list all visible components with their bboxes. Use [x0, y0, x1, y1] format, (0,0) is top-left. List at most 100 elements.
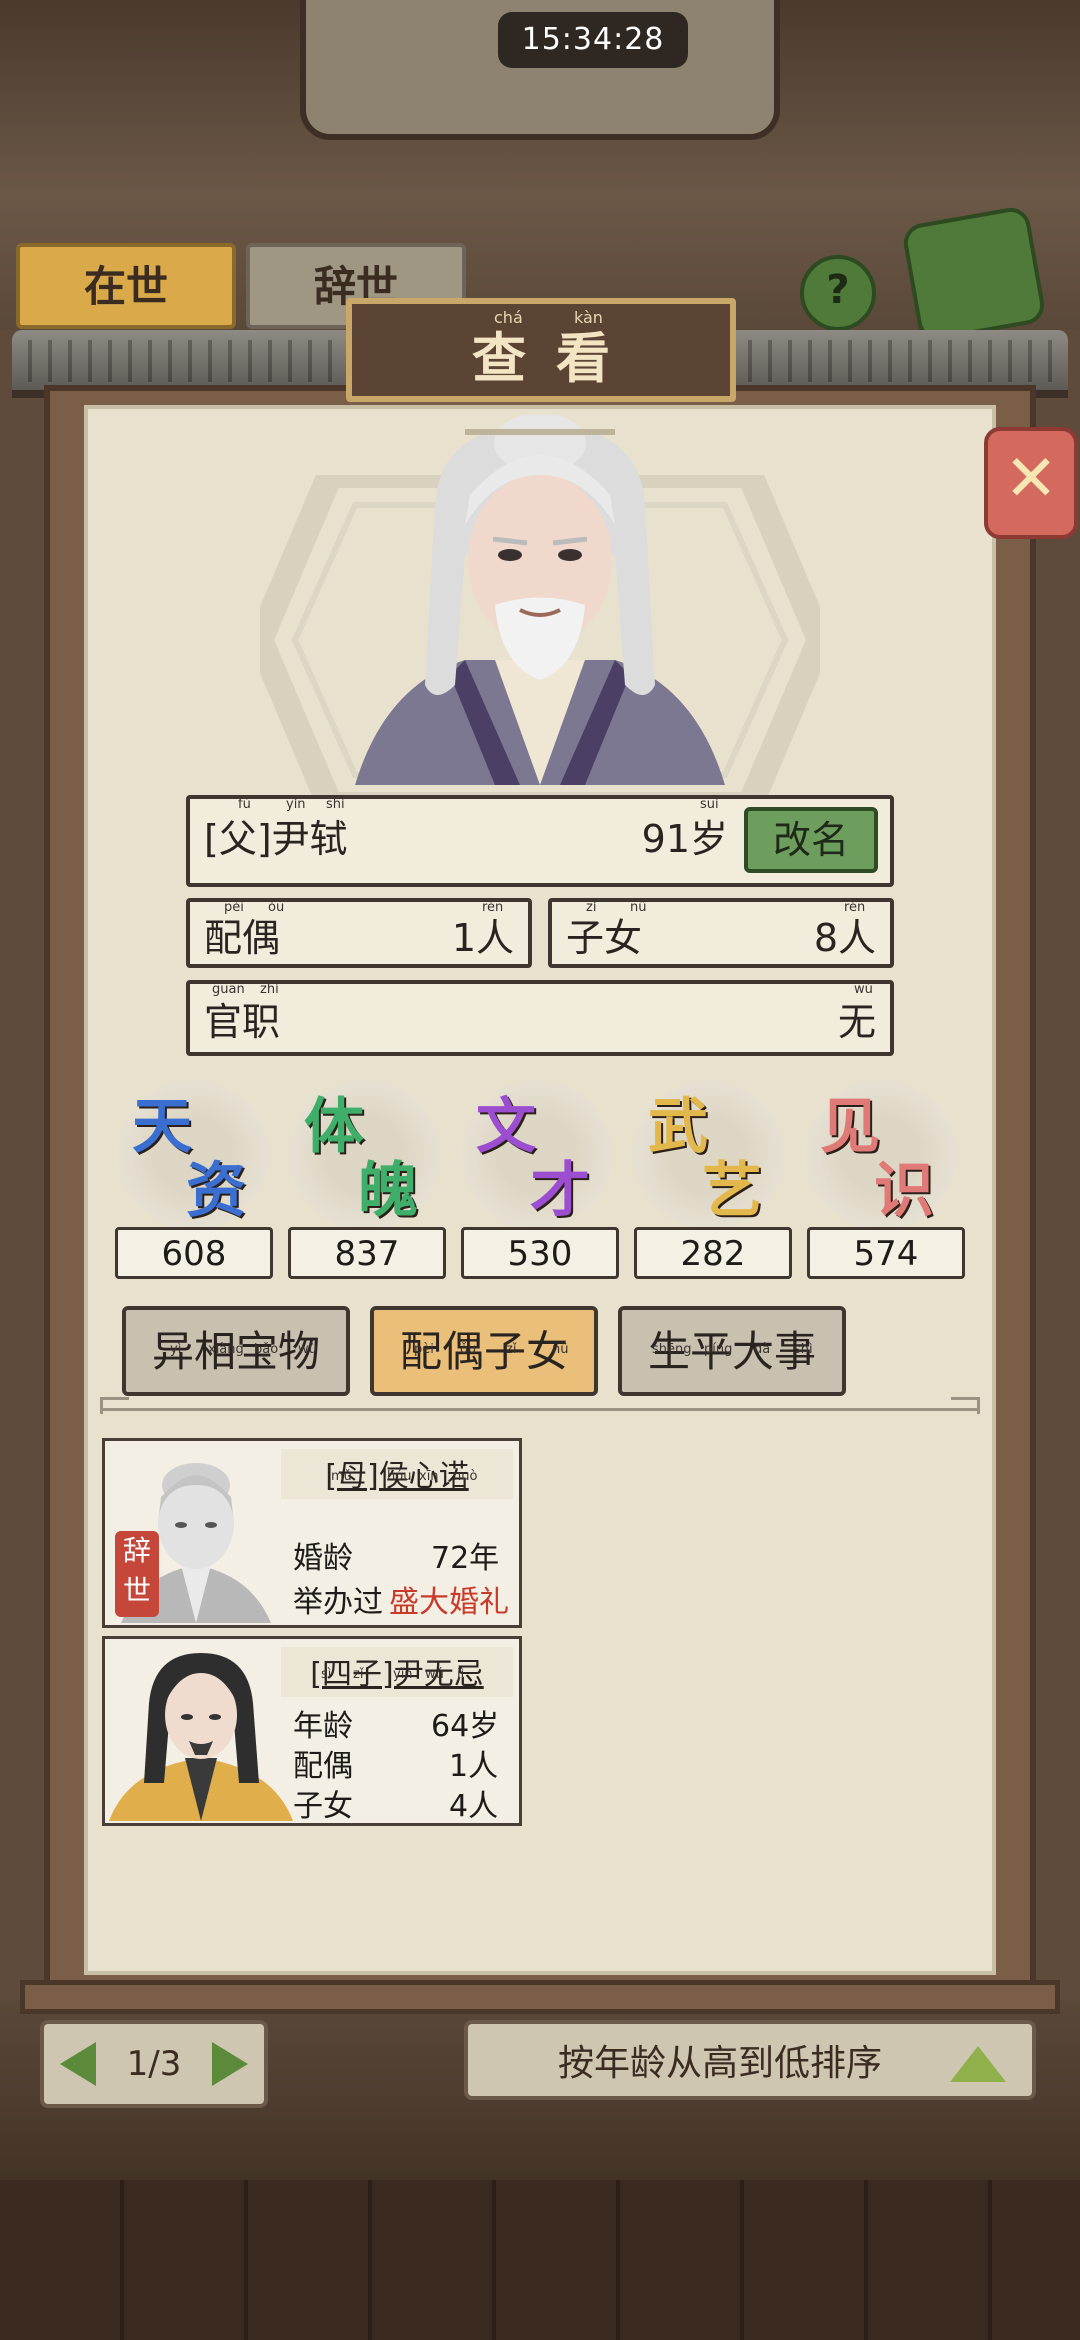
back-button[interactable]: [900, 204, 1048, 344]
deceased-seal: 辞 世: [115, 1531, 159, 1617]
son-children-value: 4人: [449, 1789, 499, 1824]
relative-card-mother[interactable]: 辞 世 mǔ hóu xīn nuò [母]侯心诺 婚龄 72年 举办过 盛大婚…: [102, 1438, 522, 1628]
tab-family-pinyin-3: zǐ: [506, 1342, 517, 1357]
sort-triangle-icon: [950, 2046, 1006, 2082]
official-post-row: guān zhí 官职 wú 无: [186, 980, 894, 1056]
dialog-foot-rail: [20, 1980, 1060, 2014]
name-age-row: fù yǐn shì [父]尹轼 suì 91岁 改名: [186, 795, 894, 887]
tab-alive[interactable]: 在世: [16, 243, 236, 329]
son-pinyin-1: sì: [321, 1667, 332, 1682]
children-label: 子女: [566, 916, 643, 960]
tab-treasures-pinyin-3: bǎo: [254, 1342, 279, 1357]
marriage-age-value: 72年: [431, 1541, 500, 1576]
tab-events-pinyin-2: píng: [704, 1342, 733, 1357]
mother-row-marriage-age: 婚龄 72年: [293, 1533, 499, 1577]
status-time: 15:34:28: [498, 12, 688, 68]
son-row-spouse: 配偶 1人: [293, 1741, 498, 1785]
pager: 1/3: [40, 2020, 268, 2108]
son-pinyin-2: zǐ: [353, 1667, 364, 1682]
stat-martial-value: 282: [634, 1227, 792, 1279]
tab-events-pinyin-1: shēng: [652, 1342, 692, 1357]
post-value: 无: [837, 1000, 876, 1044]
stat-physique-char1: 体: [304, 1092, 364, 1162]
tab-family-pinyin-1: pèi: [414, 1342, 434, 1357]
son-row-age: 年龄 64岁: [293, 1701, 499, 1745]
tab-family-pinyin-2: ǒu: [460, 1342, 477, 1357]
children-count: 8人: [813, 916, 876, 960]
stat-physique-char2: 魄: [358, 1156, 418, 1226]
son-age-value: 64岁: [431, 1709, 500, 1744]
page-indicator: 1/3: [126, 2044, 182, 2084]
stat-knowledge: 见 识: [806, 1080, 956, 1230]
mother-row-wedding: 举办过 盛大婚礼: [293, 1577, 509, 1621]
tab-treasures-pinyin-4: wù: [298, 1342, 317, 1357]
prev-page-icon[interactable]: [60, 2042, 96, 2086]
stat-martial: 武 艺: [634, 1080, 784, 1230]
person-age: 91岁: [641, 817, 728, 861]
stat-martial-char1: 武: [648, 1092, 708, 1162]
mother-pinyin-3: xīn: [419, 1469, 439, 1484]
spouse-label: 配偶: [204, 916, 281, 960]
background-floor: [0, 2180, 1080, 2340]
tab-events-pinyin-4: shì: [794, 1342, 813, 1357]
son-row-children: 子女 4人: [293, 1781, 498, 1825]
character-portrait: [355, 415, 725, 785]
tab-treasures-pinyin-1: yì: [170, 1342, 182, 1357]
son-pinyin-4: wú: [425, 1667, 444, 1682]
sort-label: 按年龄从高到低排序: [557, 2043, 882, 2084]
stat-talent: 天 资: [118, 1080, 268, 1230]
tab-treasures-pinyin-2: xiàng: [208, 1342, 244, 1357]
son-spouse-label: 配偶: [293, 1749, 353, 1784]
title-pinyin-2: kàn: [574, 308, 603, 327]
seal-char-1: 辞: [122, 1534, 151, 1567]
son-spouse-value: 1人: [449, 1749, 499, 1784]
sort-button[interactable]: 按年龄从高到低排序: [464, 2020, 1036, 2100]
marriage-age-label: 婚龄: [293, 1541, 353, 1576]
mother-name-plate: mǔ hóu xīn nuò [母]侯心诺: [281, 1449, 513, 1499]
seal-char-2: 世: [122, 1574, 151, 1607]
person-name: [父]尹轼: [204, 817, 348, 861]
stat-knowledge-value: 574: [807, 1227, 965, 1279]
son-pinyin-3: yǐn: [393, 1667, 413, 1682]
stat-knowledge-char2: 识: [874, 1156, 934, 1226]
stat-literary-char2: 才: [530, 1156, 590, 1226]
stat-literary-value: 530: [461, 1227, 619, 1279]
stat-literary: 文 才: [462, 1080, 612, 1230]
help-button[interactable]: ?: [800, 255, 876, 331]
tab-treasures[interactable]: yì xiàng bǎo wù 异相宝物: [122, 1306, 350, 1396]
stat-literary-char1: 文: [476, 1092, 536, 1162]
mother-pinyin-2: hóu: [387, 1469, 412, 1484]
dialog-title: 查看: [472, 327, 640, 390]
tab-family-pinyin-4: nǚ: [552, 1342, 569, 1357]
son-portrait: [109, 1653, 293, 1821]
stat-talent-char2: 资: [186, 1156, 246, 1226]
tab-life-events[interactable]: shēng píng dà shì 生平大事: [618, 1306, 846, 1396]
children-row: zǐ nǚ 子女 rén 8人: [548, 898, 894, 968]
tab-events-pinyin-3: dà: [754, 1342, 771, 1357]
tab-spouse-children[interactable]: pèi ǒu zǐ nǚ 配偶子女: [370, 1306, 598, 1396]
stat-martial-char2: 艺: [702, 1156, 762, 1226]
close-button[interactable]: ✕: [984, 427, 1078, 539]
wedding-value: 盛大婚礼: [389, 1585, 509, 1620]
section-divider: [100, 1397, 980, 1425]
stat-physique: 体 魄: [290, 1080, 440, 1230]
stat-talent-value: 608: [115, 1227, 273, 1279]
close-x-icon: ✕: [1004, 442, 1058, 516]
son-name-plate: sì zǐ yǐn wú jì [四子]尹无忌: [281, 1647, 513, 1697]
title-pinyin-1: chá: [494, 308, 523, 327]
spouse-count: 1人: [451, 916, 514, 960]
son-age-label: 年龄: [293, 1709, 353, 1744]
spouse-row: pèi ǒu 配偶 rén 1人: [186, 898, 532, 968]
rename-button[interactable]: 改名: [744, 807, 878, 873]
next-page-icon[interactable]: [212, 2042, 248, 2086]
son-children-label: 子女: [293, 1789, 353, 1824]
mother-pinyin-1: mǔ: [331, 1469, 352, 1484]
dialog-title-plate: chá kàn 查看: [346, 298, 736, 402]
wedding-label: 举办过: [293, 1585, 383, 1620]
stat-talent-char1: 天: [132, 1092, 192, 1162]
relative-card-son[interactable]: sì zǐ yǐn wú jì [四子]尹无忌 年龄 64岁 配偶 1人 子女 …: [102, 1636, 522, 1826]
post-label: 官职: [204, 1000, 281, 1044]
stat-knowledge-char1: 见: [820, 1092, 880, 1162]
mother-pinyin-4: nuò: [453, 1469, 478, 1484]
son-pinyin-5: jì: [457, 1667, 465, 1682]
